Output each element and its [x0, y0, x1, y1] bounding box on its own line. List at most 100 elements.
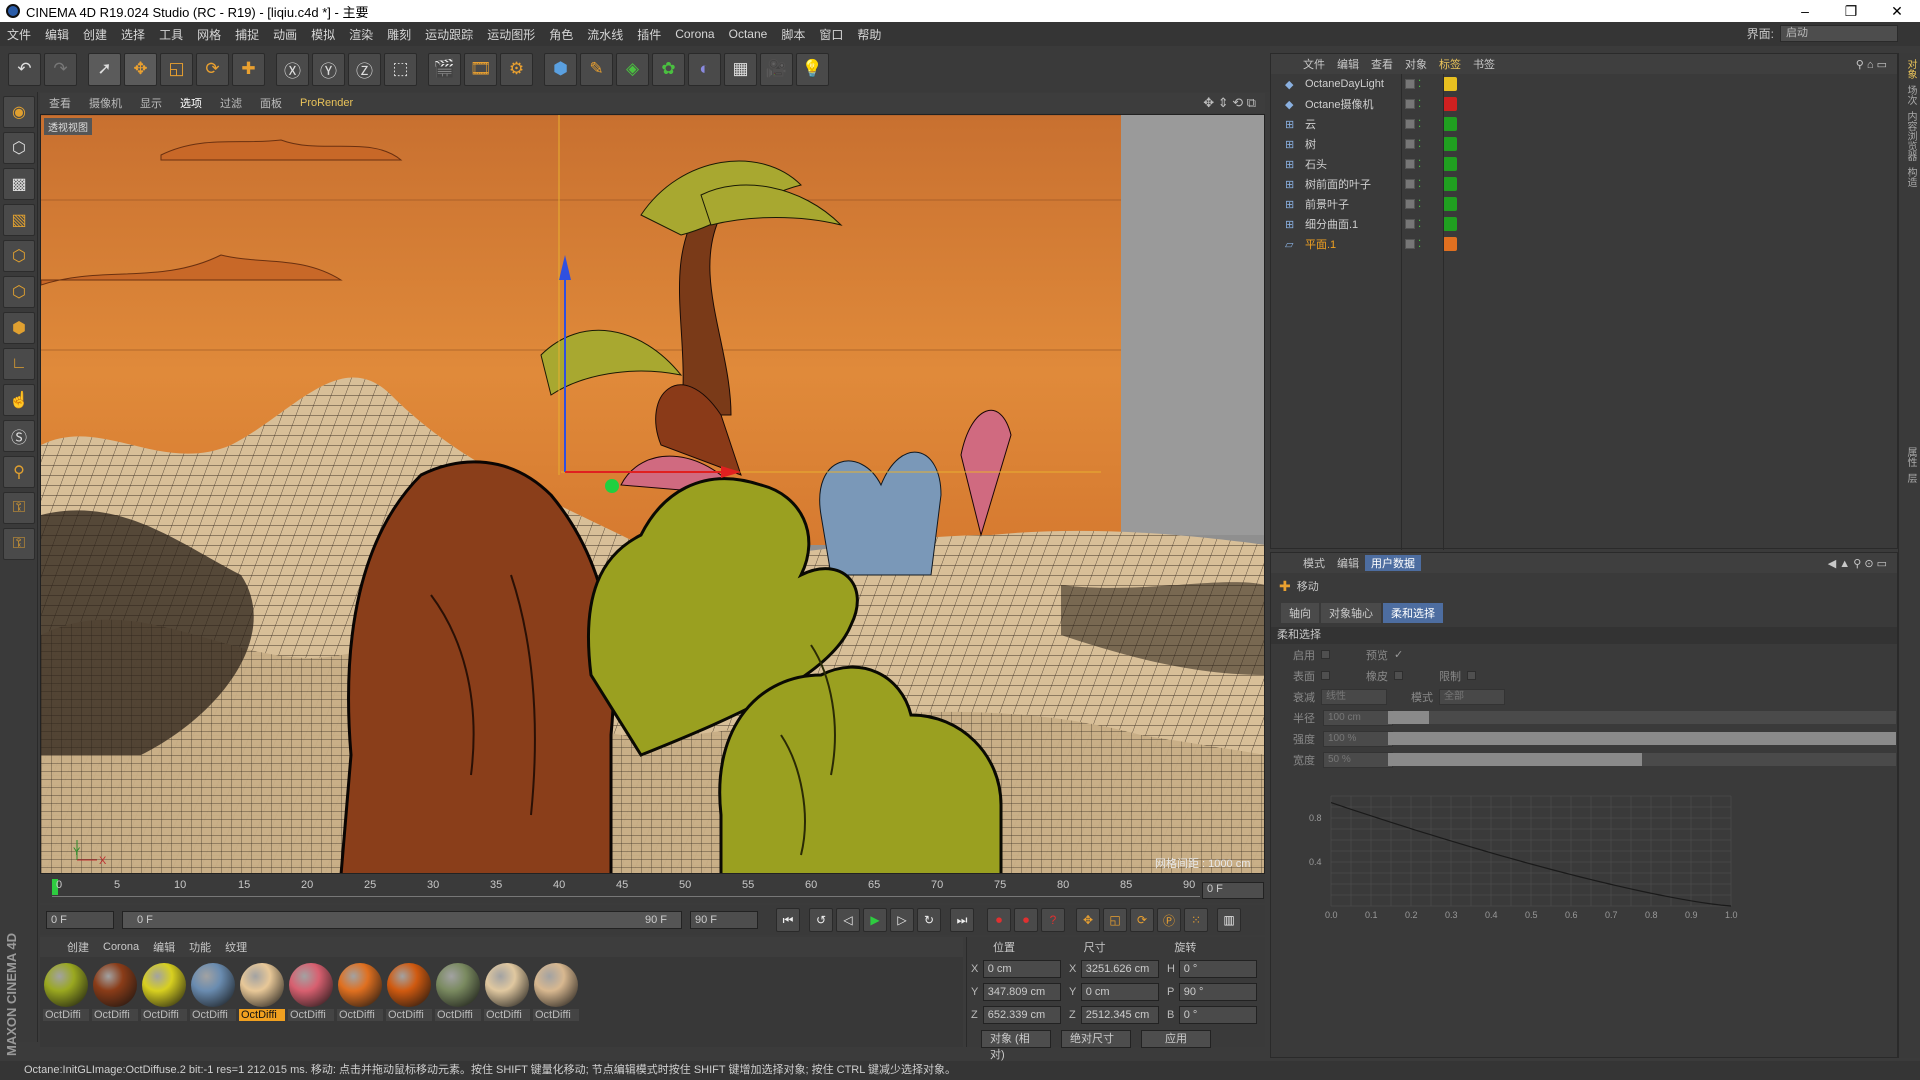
apply-button[interactable]: 应用: [1141, 1030, 1211, 1048]
menu-mesh[interactable]: 网格: [190, 26, 228, 43]
material-item[interactable]: OctDiffi: [385, 963, 433, 1047]
snap-icon[interactable]: ⚲: [3, 456, 35, 488]
width-field[interactable]: 50 %: [1323, 751, 1393, 768]
workplane-icon[interactable]: ▧: [3, 204, 35, 236]
menu-plugins[interactable]: 插件: [630, 26, 668, 43]
material-item[interactable]: OctDiffi: [238, 963, 286, 1047]
object-menu-view[interactable]: 查看: [1365, 56, 1399, 72]
move-tool-icon[interactable]: ✥: [124, 52, 157, 86]
size-z-field[interactable]: 2512.345 cm: [1080, 1005, 1159, 1024]
menu-pipeline[interactable]: 流水线: [580, 26, 630, 43]
object-row[interactable]: ◆ Octane摄像机 ⁚: [1271, 94, 1897, 114]
strength-field[interactable]: 100 %: [1323, 730, 1393, 747]
material-item[interactable]: OctDiffi: [434, 963, 482, 1047]
visibility-toggle[interactable]: [1405, 79, 1415, 89]
material-item[interactable]: OctDiffi: [336, 963, 384, 1047]
menu-tools[interactable]: 工具: [152, 26, 190, 43]
menu-animate[interactable]: 动画: [266, 26, 304, 43]
visibility-toggle[interactable]: [1405, 139, 1415, 149]
polygons-mode-icon[interactable]: ⬢: [3, 312, 35, 344]
object-tag-icon[interactable]: [1443, 197, 1457, 211]
record-active-icon[interactable]: ⏺: [987, 908, 1011, 932]
object-row[interactable]: ⊞ 云 ⁚: [1271, 114, 1897, 134]
right-tab-layers[interactable]: 层: [1903, 473, 1918, 483]
live-select-icon[interactable]: ✚: [232, 52, 265, 86]
keyframe-selection-icon[interactable]: ?: [1041, 908, 1065, 932]
object-tag-icon[interactable]: [1443, 117, 1457, 131]
subtab-object-axis[interactable]: 对象轴心: [1321, 603, 1381, 623]
nurbs-icon[interactable]: ◈: [616, 52, 649, 86]
radius-field[interactable]: 100 cm: [1323, 709, 1393, 726]
cube-icon[interactable]: ⬢: [544, 52, 577, 86]
menu-window[interactable]: 窗口: [812, 26, 850, 43]
locked-workplane-icon[interactable]: ⚿: [3, 528, 35, 560]
menu-select[interactable]: 选择: [114, 26, 152, 43]
material-item[interactable]: OctDiffi: [532, 963, 580, 1047]
menu-script[interactable]: 脚本: [774, 26, 812, 43]
material-item[interactable]: OctDiffi: [189, 963, 237, 1047]
viewport-menu-view[interactable]: 查看: [40, 95, 80, 111]
visibility-toggle[interactable]: [1405, 199, 1415, 209]
object-tag-icon[interactable]: [1443, 97, 1457, 111]
rotate-tool-icon[interactable]: ⟳: [196, 52, 229, 86]
object-row[interactable]: ▱ 平面.1 ⁚: [1271, 234, 1897, 254]
menu-corona[interactable]: Corona: [668, 27, 721, 41]
object-row[interactable]: ◆ OctaneDayLight ⁚: [1271, 74, 1897, 94]
size-x-field[interactable]: 3251.626 cm: [1080, 959, 1159, 978]
menu-render[interactable]: 渲染: [342, 26, 380, 43]
next-frame-icon[interactable]: ▷: [890, 908, 914, 932]
close-button[interactable]: ✕: [1874, 0, 1920, 22]
object-tag-icon[interactable]: [1443, 157, 1457, 171]
object-tag-icon[interactable]: [1443, 77, 1457, 91]
rotation-b-field[interactable]: 0 °: [1178, 1005, 1257, 1024]
right-tab-objects[interactable]: 对象: [1903, 59, 1918, 79]
menu-snap[interactable]: 捕捉: [228, 26, 266, 43]
attr-menu-mode[interactable]: 模式: [1297, 555, 1331, 571]
object-name[interactable]: 树: [1305, 136, 1316, 152]
object-tag-icon[interactable]: [1443, 217, 1457, 231]
visibility-toggle[interactable]: [1405, 159, 1415, 169]
undo-icon[interactable]: ↶: [8, 52, 41, 86]
size-mode-select[interactable]: 绝对尺寸: [1061, 1030, 1131, 1048]
rotation-p-field[interactable]: 90 °: [1178, 982, 1257, 1001]
mograph-cloner-icon[interactable]: ✿: [652, 52, 685, 86]
attr-menu-edit[interactable]: 编辑: [1331, 555, 1365, 571]
solo-icon[interactable]: Ⓢ: [3, 420, 35, 452]
minimize-button[interactable]: –: [1782, 0, 1828, 22]
menu-mograph[interactable]: 运动图形: [480, 26, 542, 43]
position-y-field[interactable]: 347.809 cm: [982, 982, 1061, 1001]
maximize-button[interactable]: ❐: [1828, 0, 1874, 22]
enable-check-icon[interactable]: ⁚: [1418, 99, 1430, 110]
visibility-toggle[interactable]: [1405, 239, 1415, 249]
menu-sculpt[interactable]: 雕刻: [380, 26, 418, 43]
object-tag-icon[interactable]: [1443, 237, 1457, 251]
menu-character[interactable]: 角色: [542, 26, 580, 43]
autokey-icon[interactable]: ⏺: [1014, 908, 1038, 932]
object-menu-bookmarks[interactable]: 书签: [1467, 56, 1501, 72]
restrict-checkbox[interactable]: [1467, 671, 1476, 680]
object-name[interactable]: 石头: [1305, 156, 1327, 172]
falloff-curve-graph[interactable]: 0.0 0.1 0.2 0.3 0.4 0.5 0.6 0.7 0.8 0.9 1.0 0.8 0.4: [1307, 778, 1747, 928]
axis-mode-icon[interactable]: ∟: [3, 348, 35, 380]
play-icon[interactable]: ▶: [863, 908, 887, 932]
position-z-field[interactable]: 652.339 cm: [982, 1005, 1061, 1024]
mode-select[interactable]: 全部: [1439, 688, 1505, 705]
points-mode-icon[interactable]: ⬡: [3, 240, 35, 272]
edges-mode-icon[interactable]: ⬡: [3, 276, 35, 308]
rotation-h-field[interactable]: 0 °: [1178, 959, 1257, 978]
enable-check-icon[interactable]: ⁚: [1418, 159, 1430, 170]
visibility-toggle[interactable]: [1405, 219, 1415, 229]
object-menu-objects[interactable]: 对象: [1399, 56, 1433, 72]
object-row[interactable]: ⊞ 树前面的叶子 ⁚: [1271, 174, 1897, 194]
position-x-field[interactable]: 0 cm: [982, 959, 1061, 978]
key-scale-icon[interactable]: ◱: [1103, 908, 1127, 932]
object-row[interactable]: ⊞ 细分曲面.1 ⁚: [1271, 214, 1897, 234]
viewport-menu-options[interactable]: 选项: [171, 95, 211, 111]
enable-check-icon[interactable]: ⁚: [1418, 139, 1430, 150]
object-name[interactable]: OctaneDayLight: [1305, 78, 1384, 90]
go-to-end-icon[interactable]: ⏭: [950, 908, 974, 932]
y-axis-lock-icon[interactable]: Ⓨ: [312, 52, 345, 86]
strength-slider[interactable]: [1388, 732, 1896, 745]
right-tab-attributes[interactable]: 属性: [1903, 447, 1918, 467]
render-view-icon[interactable]: 🎬: [428, 52, 461, 86]
